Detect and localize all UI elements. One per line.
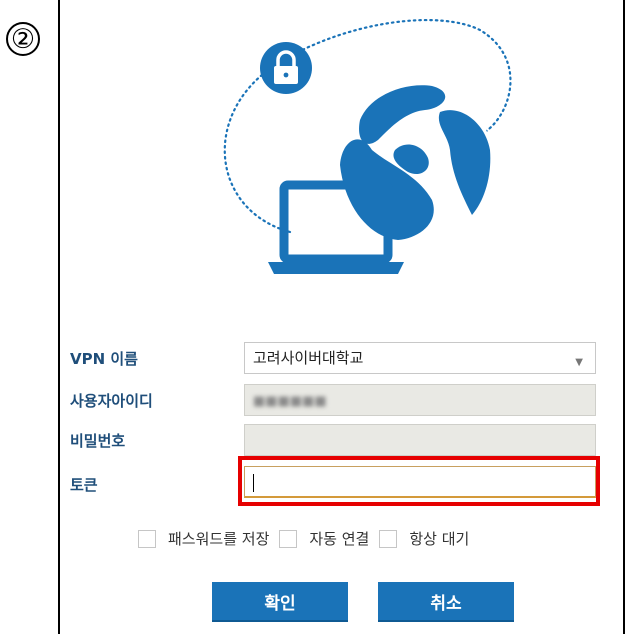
user-id-field[interactable]: ■■■■■■ <box>244 384 596 416</box>
token-label: 토큰 <box>70 476 98 494</box>
save-password-option[interactable]: 패스워드를 저장 <box>138 528 269 549</box>
auto-connect-checkbox[interactable] <box>279 529 298 548</box>
step-number-marker: ② <box>6 22 40 56</box>
auto-connect-option[interactable]: 자동 연결 <box>279 528 369 549</box>
vpn-name-row: VPN 이름 고려사이버대학교 ▼ <box>60 342 623 376</box>
vpn-illustration-svg <box>223 18 512 274</box>
user-id-row: 사용자아이디 ■■■■■■ <box>60 384 623 418</box>
vpn-name-select[interactable]: 고려사이버대학교 ▼ <box>244 342 596 374</box>
password-label: 비밀번호 <box>70 432 126 450</box>
vpn-login-dialog: VPN 이름 고려사이버대학교 ▼ 사용자아이디 ■■■■■■ 비밀번호 토큰 … <box>58 0 625 634</box>
auto-connect-label: 자동 연결 <box>309 530 370 548</box>
token-highlight-box <box>238 456 600 506</box>
always-standby-label: 항상 대기 <box>409 530 470 548</box>
dropdown-arrow-icon[interactable]: ▼ <box>575 353 583 373</box>
password-field[interactable] <box>244 424 596 456</box>
vpn-name-label: VPN 이름 <box>70 350 138 368</box>
vpn-name-value: 고려사이버대학교 <box>253 349 364 367</box>
vpn-illustration <box>60 0 623 300</box>
cancel-button[interactable]: 취소 <box>378 582 514 622</box>
user-id-value: ■■■■■■ <box>253 394 327 409</box>
always-standby-option[interactable]: 항상 대기 <box>379 528 469 549</box>
connection-options: 패스워드를 저장 자동 연결 항상 대기 <box>138 528 479 549</box>
save-password-label: 패스워드를 저장 <box>168 530 270 548</box>
ok-button[interactable]: 확인 <box>212 582 348 622</box>
laptop-icon <box>268 180 404 274</box>
lock-icon <box>260 42 312 94</box>
globe-icon <box>337 84 493 240</box>
password-row: 비밀번호 <box>60 424 623 458</box>
save-password-checkbox[interactable] <box>138 529 156 548</box>
user-id-label: 사용자아이디 <box>70 392 153 410</box>
always-standby-checkbox[interactable] <box>379 529 398 548</box>
